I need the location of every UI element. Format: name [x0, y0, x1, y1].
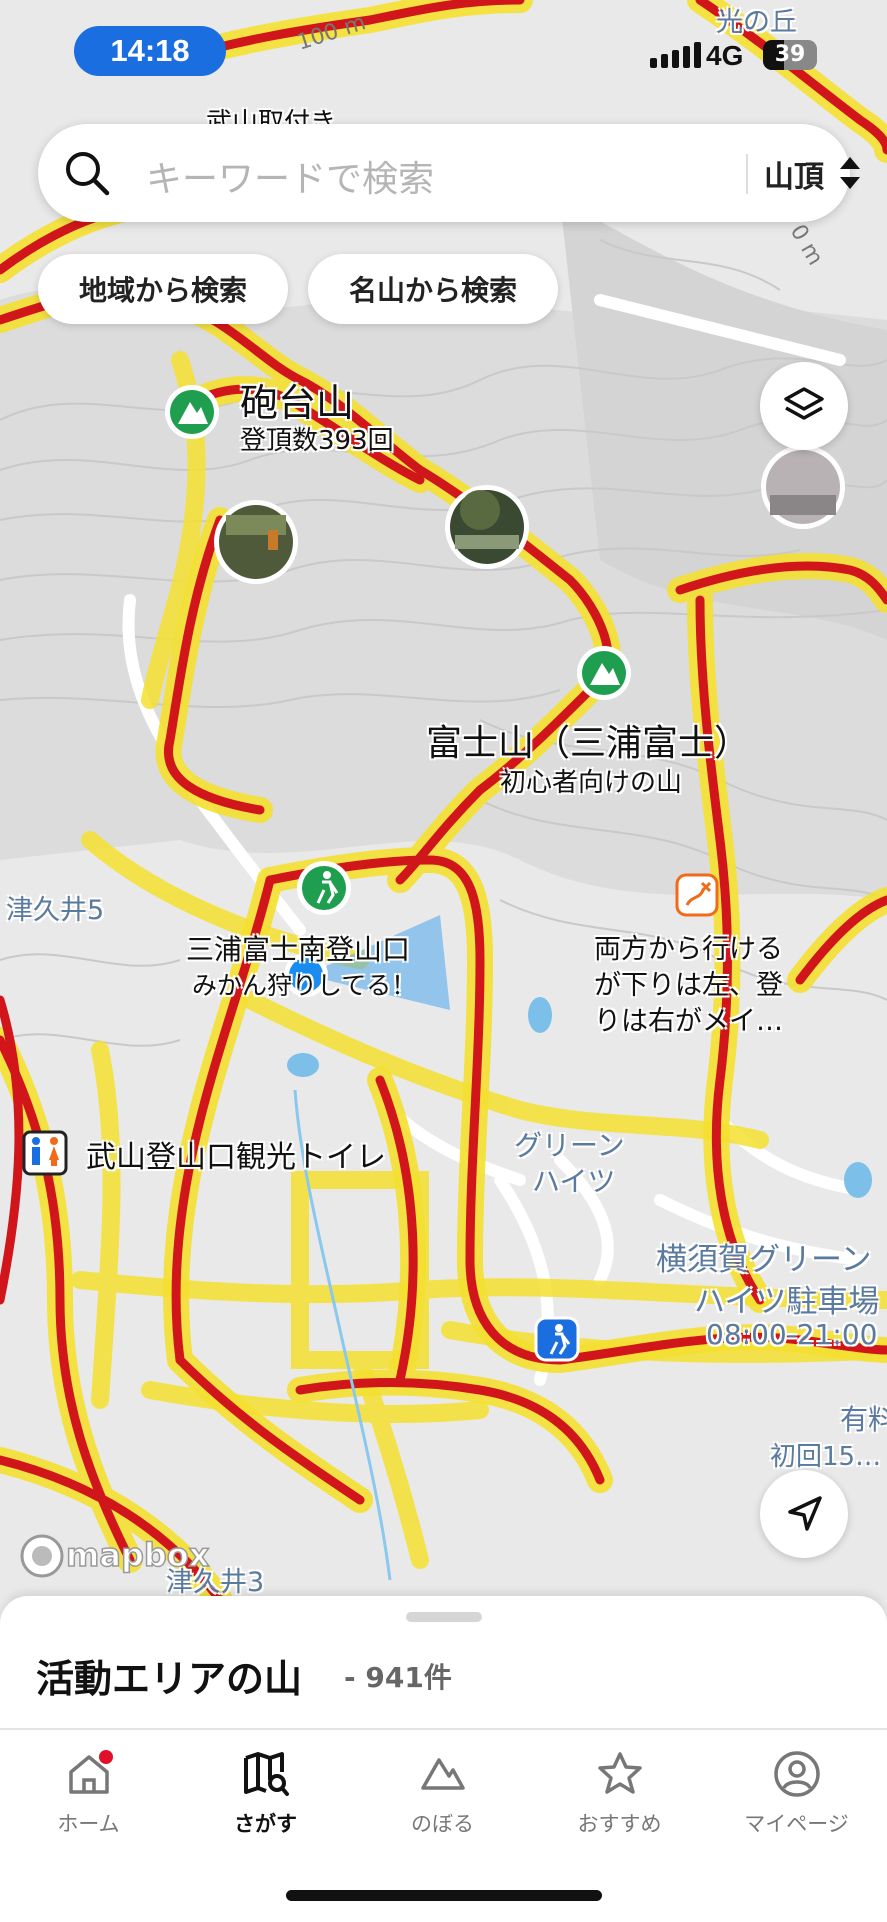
famous-mountain-chip[interactable]: 名山から検索: [308, 254, 558, 324]
home-indicator[interactable]: [286, 1890, 602, 1901]
tab-search-label: さがす: [234, 1812, 297, 1836]
home-icon: [68, 1750, 113, 1794]
notification-badge: [98, 1750, 113, 1764]
toilet-label[interactable]: 武山登山口観光トイレ: [86, 1132, 386, 1176]
navigation-arrow-icon: [788, 1496, 822, 1531]
contour-label-50: 0 m: [785, 221, 828, 270]
tab-home-label: ホーム: [57, 1812, 120, 1836]
trailhead-marker-green-heights[interactable]: [534, 1316, 580, 1362]
signal-icon: [650, 42, 701, 68]
star-icon: [597, 1752, 642, 1794]
network-type: 4G: [706, 40, 744, 71]
locate-me-button[interactable]: [760, 1470, 848, 1558]
peak-label-fujisan[interactable]: 富士山（三浦富士）: [426, 714, 750, 766]
paid-label-line2: 初回15…: [770, 1442, 882, 1472]
tab-recommend[interactable]: おすすめ: [531, 1750, 708, 1838]
sheet-drag-handle[interactable]: [406, 1612, 482, 1622]
paid-label-line1: 有料: [840, 1403, 887, 1436]
tab-home[interactable]: ホーム: [0, 1750, 177, 1838]
note-label[interactable]: 両方から行ける が下りは左、登 りは右がメイ…: [594, 932, 783, 1040]
peak-marker-houdaiyama[interactable]: [165, 385, 219, 439]
status-bar: 14:18 4G 39: [0, 0, 887, 100]
toilet-marker[interactable]: [22, 1130, 68, 1176]
battery-level: 39: [774, 42, 806, 67]
mountain-icon: [420, 1758, 465, 1790]
search-icon: [66, 152, 110, 196]
map-search-icon: [243, 1752, 289, 1796]
place-label-green-1: グリーン: [514, 1129, 625, 1162]
peak-sublabel-houdaiyama: 登頂数393回: [240, 426, 394, 456]
photo-marker-2[interactable]: [445, 485, 529, 569]
layers-icon: [784, 387, 824, 420]
status-time: 14:18: [74, 26, 226, 76]
trailhead-marker-south[interactable]: [297, 861, 351, 915]
map-layers-button[interactable]: [760, 362, 848, 450]
search-bar[interactable]: キーワードで検索 山頂: [38, 124, 860, 222]
place-label-tsukui5: 津久井5: [6, 895, 105, 926]
note-line-3: りは右がメイ…: [594, 1006, 783, 1037]
region-search-chip[interactable]: 地域から検索: [38, 254, 288, 324]
mapbox-attribution[interactable]: mapbox: [65, 1535, 210, 1575]
photo-marker-1[interactable]: [214, 500, 298, 584]
parking-label-line1[interactable]: 横須賀グリーン: [656, 1234, 871, 1279]
sheet-title: 活動エリアの山: [36, 1657, 303, 1701]
mapbox-logo-icon: [20, 1534, 64, 1578]
search-input[interactable]: キーワードで検索: [146, 150, 434, 202]
peak-marker-fujisan[interactable]: [577, 646, 631, 700]
trailhead-label[interactable]: 三浦富士南登山口: [186, 928, 410, 968]
photo-marker-3[interactable]: [761, 445, 845, 529]
profile-icon: [773, 1751, 820, 1797]
tab-climb-label: のぼる: [411, 1812, 474, 1836]
map-view[interactable]: 100 m 0 m 砲台山 登頂数393回 富士山（三浦富士） 初心者向けの山 …: [0, 0, 887, 1600]
tab-mypage[interactable]: マイページ: [708, 1750, 885, 1838]
parking-label-line2[interactable]: ハイツ駐車場: [694, 1276, 879, 1321]
search-filter-select[interactable]: 山頂: [764, 152, 824, 196]
sheet-count: - 941件: [344, 1661, 452, 1694]
peak-sublabel-fujisan: 初心者向けの山: [500, 768, 683, 798]
note-marker[interactable]: [675, 873, 719, 917]
battery-icon: 39: [763, 40, 817, 70]
map-base: 100 m 0 m: [0, 0, 887, 1600]
trailhead-sublabel: みかん狩りしてる！: [192, 971, 417, 1000]
parking-hours: 08:00-21:00: [706, 1318, 878, 1351]
sort-chevrons-icon[interactable]: [838, 152, 862, 194]
tab-mypage-label: マイページ: [744, 1812, 849, 1836]
peak-label-houdaiyama[interactable]: 砲台山: [240, 372, 354, 427]
tab-climb[interactable]: のぼる: [354, 1750, 531, 1838]
note-line-2: が下りは左、登: [594, 970, 783, 1001]
search-divider: [746, 154, 748, 194]
note-line-1: 両方から行ける: [594, 934, 783, 965]
tab-recommend-label: おすすめ: [577, 1812, 662, 1836]
tab-search[interactable]: さがす: [177, 1750, 354, 1838]
place-label-green-2: ハイツ: [532, 1165, 616, 1198]
